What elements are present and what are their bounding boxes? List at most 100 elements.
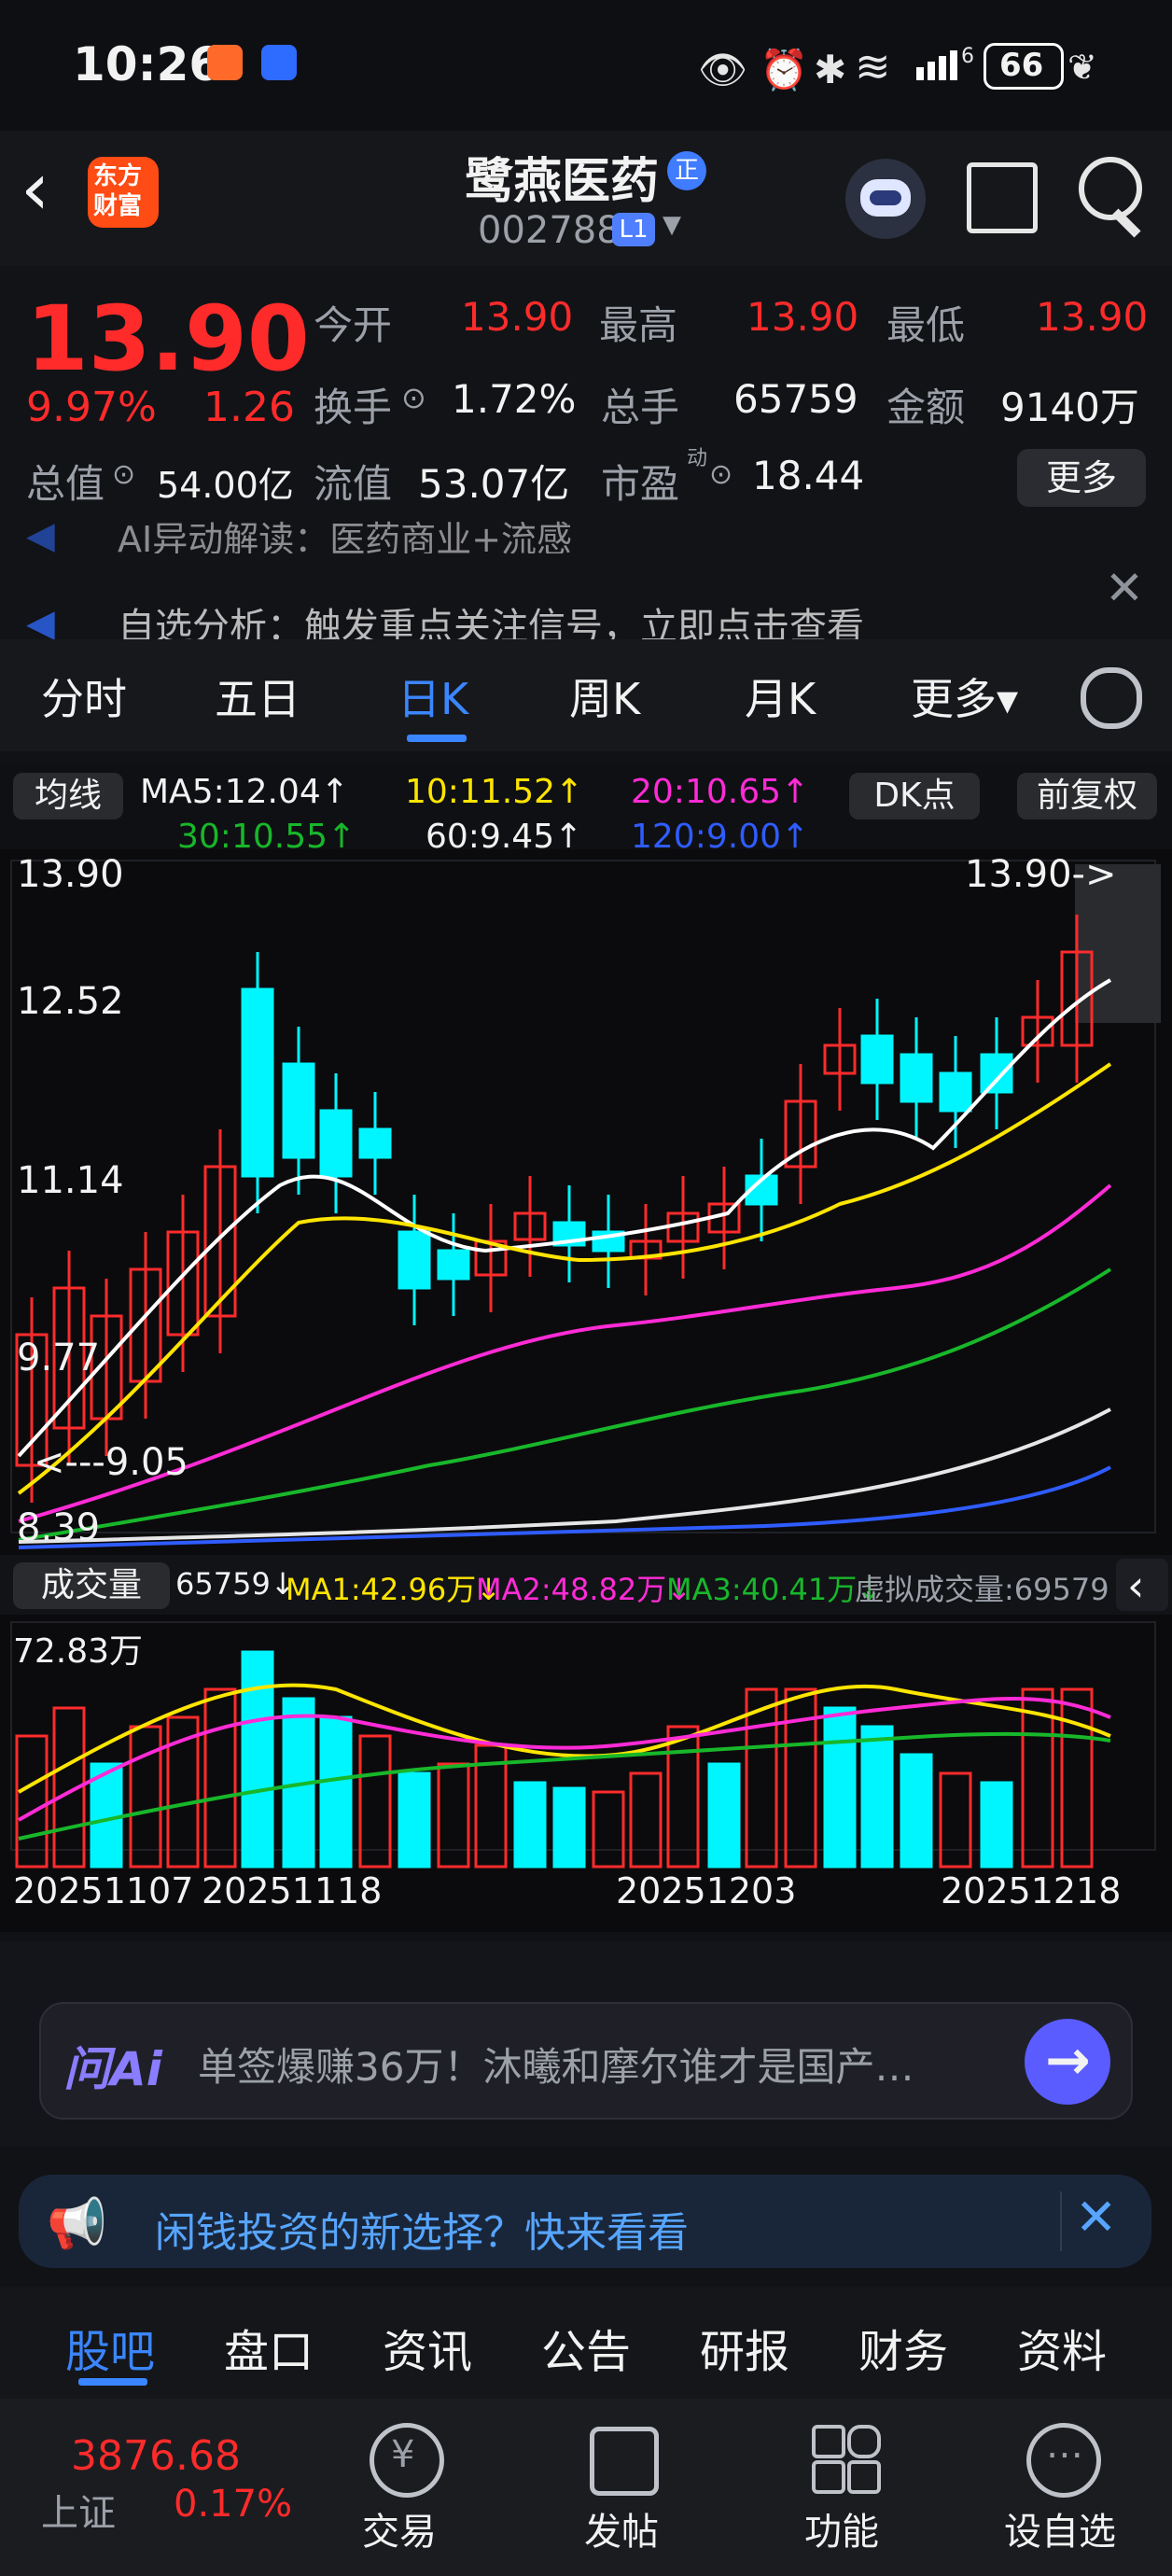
- open-value: 13.90: [461, 294, 574, 340]
- trade-label[interactable]: 交易: [362, 2501, 437, 2555]
- eye-icon: 👁: [698, 47, 748, 92]
- index-value[interactable]: 3876.68: [71, 2432, 241, 2480]
- candle: [319, 1109, 353, 1178]
- tab-indicator: [407, 735, 467, 742]
- candle: [398, 1230, 431, 1290]
- tab-time[interactable]: 分时: [41, 665, 127, 727]
- price-axis-label-3: 11.14: [17, 1159, 124, 1202]
- ad-divider: [1060, 2191, 1062, 2251]
- app-logo[interactable]: 东方 财富: [88, 157, 159, 228]
- volume-bar: [860, 1725, 894, 1869]
- volume-ma3: MA3:40.41万↓: [666, 1572, 883, 1607]
- back-icon[interactable]: ‹: [21, 153, 49, 226]
- volume-ma2: MA2:48.82万↓: [476, 1572, 692, 1607]
- ai-input[interactable]: 问Ai 单签爆赚36万！沐曦和摩尔谁才是国产… →: [39, 2002, 1133, 2120]
- volume-label: 总手: [601, 385, 680, 430]
- open-label: 今开: [314, 302, 393, 348]
- arrow-right-icon[interactable]: →: [1025, 2019, 1110, 2105]
- info-icon-2: ⊙: [112, 458, 136, 491]
- tab-weekly[interactable]: 周K: [569, 665, 640, 727]
- turnover-value: 1.72%: [452, 376, 577, 422]
- candle: [358, 1127, 392, 1159]
- volume-bar: [203, 1687, 237, 1869]
- volume-bar: [319, 1715, 353, 1869]
- subtab-indicator: [78, 2378, 147, 2386]
- volume-bar: [1060, 1687, 1094, 1869]
- volume-bar: [129, 1725, 162, 1869]
- close-ad-icon[interactable]: ✕: [1075, 2188, 1117, 2247]
- more-button[interactable]: 更多: [1017, 449, 1146, 507]
- chart-area: 13.90 12.52 11.14 9.77 8.39 13.90-> <---…: [0, 849, 1172, 1932]
- volume-bar: [398, 1771, 431, 1869]
- sub-tabs: 股吧 盘口 资讯 公告 研报 财务 资料: [0, 2287, 1172, 2399]
- price-axis-label-2: 12.52: [17, 980, 124, 1023]
- volume-bar: [745, 1687, 778, 1869]
- add-watch-icon[interactable]: ⋯: [1026, 2423, 1101, 2498]
- low-label: 最低: [886, 302, 966, 348]
- top-bar: ‹ 东方 财富 鹭燕医药 正 002788 L1 ▼: [0, 131, 1172, 266]
- robot-avatar-icon[interactable]: [845, 159, 926, 239]
- candle: [282, 1062, 315, 1159]
- candle: [939, 1071, 972, 1113]
- mktcap-label: 总值: [26, 461, 105, 507]
- x-axis-label-2: 20251118: [202, 1870, 383, 1911]
- subtab-news[interactable]: 资讯: [383, 2315, 472, 2380]
- price-axis-label-5: 8.39: [17, 1506, 101, 1549]
- ma-toggle[interactable]: 均线: [13, 773, 123, 819]
- tab-daily[interactable]: 日K: [398, 665, 468, 727]
- subtab-profile[interactable]: 资料: [1017, 2315, 1107, 2380]
- volume-toggle[interactable]: 成交量: [13, 1562, 170, 1609]
- amount-label: 金额: [886, 385, 966, 430]
- news-line-1[interactable]: ◀ AI异动解读：医药商业+流感: [26, 520, 1127, 553]
- ad-pill[interactable]: 📢 闲钱投资的新选择？快来看看 ✕: [19, 2175, 1151, 2268]
- wifi-icon: ≋: [855, 41, 891, 91]
- dropdown-icon[interactable]: ▼: [663, 211, 681, 239]
- apps-icon[interactable]: [812, 2425, 881, 2494]
- ai-section: 问Ai 单签爆赚36万！沐曦和摩尔谁才是国产… →: [0, 1941, 1172, 2147]
- subtab-research[interactable]: 研报: [700, 2315, 789, 2380]
- tab-more[interactable]: 更多▾: [911, 665, 1018, 727]
- candle: [980, 1053, 1013, 1094]
- megaphone-icon: ◀: [26, 520, 55, 553]
- zheng-badge: 正: [667, 151, 706, 190]
- low-price-marker: <---9.05: [34, 1441, 188, 1484]
- index-name[interactable]: 上证: [41, 2483, 116, 2537]
- trade-icon[interactable]: ¥: [370, 2423, 444, 2498]
- search-icon[interactable]: [1079, 157, 1142, 220]
- dk-button[interactable]: DK点: [849, 773, 980, 819]
- candle: [900, 1053, 933, 1103]
- quote-panel: 13.90 9.97% 1.26 今开 13.90 最高 13.90 最低 13…: [0, 266, 1172, 527]
- fuquan-button[interactable]: 前复权: [1017, 773, 1157, 819]
- x-axis-label-1: 20251107: [13, 1870, 194, 1911]
- tab-monthly[interactable]: 月K: [745, 665, 816, 727]
- collapse-button[interactable]: ‹: [1116, 1559, 1168, 1611]
- close-icon[interactable]: ✕: [1105, 561, 1144, 615]
- share-icon[interactable]: [967, 162, 1038, 233]
- post-label[interactable]: 发帖: [584, 2501, 659, 2555]
- volume-bar: [513, 1781, 547, 1869]
- apps-label[interactable]: 功能: [804, 2501, 879, 2555]
- volume-bar: [980, 1781, 1013, 1869]
- alarm-icon: ⏰: [760, 47, 809, 92]
- amount-value: 9140万: [1000, 385, 1139, 430]
- news-line-2[interactable]: ◀ 自选分析：触发重点关注信号，立即点击查看: [26, 604, 1090, 639]
- volume-bar: [666, 1725, 700, 1869]
- subtab-finance[interactable]: 财务: [858, 2315, 948, 2380]
- add-watch-label[interactable]: 设自选: [1004, 2501, 1116, 2555]
- volume-bar: [552, 1786, 586, 1869]
- kline-chart[interactable]: [0, 849, 1172, 1932]
- volume-bar: [15, 1734, 49, 1869]
- gear-icon[interactable]: [1081, 667, 1142, 729]
- index-pct[interactable]: 0.17%: [174, 2483, 292, 2526]
- subtab-notice[interactable]: 公告: [541, 2315, 631, 2380]
- kline-tabs: 分时 五日 日K 周K 月K 更多▾: [0, 639, 1172, 751]
- volume-bar: [707, 1762, 741, 1869]
- ad-text: 闲钱投资的新选择？快来看看: [155, 2209, 689, 2257]
- price-axis-label-1: 13.90: [17, 853, 124, 896]
- ma5: MA5:12.04↑: [140, 773, 349, 811]
- subtab-pankou[interactable]: 盘口: [224, 2315, 314, 2380]
- subtab-guba[interactable]: 股吧: [65, 2315, 155, 2380]
- tab-5day[interactable]: 五日: [215, 665, 300, 727]
- price-axis-label-4: 9.77: [17, 1337, 101, 1379]
- post-icon[interactable]: [590, 2427, 659, 2496]
